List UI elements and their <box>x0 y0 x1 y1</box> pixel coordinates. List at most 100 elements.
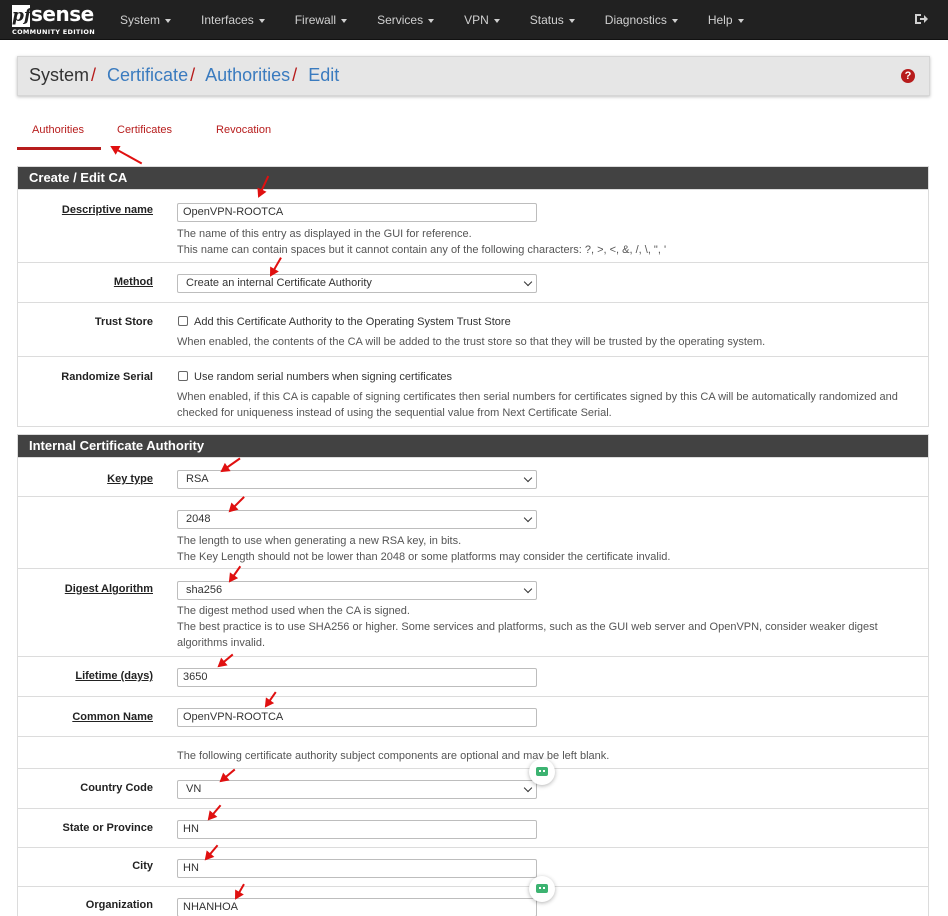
checkbox-label: Use random serial numbers when signing c… <box>194 371 453 383</box>
breadcrumb: System / Certificate / Authorities / Edit <box>29 65 339 86</box>
help-line: The digest method used when the CA is si… <box>177 605 410 617</box>
nav-status[interactable]: Status <box>518 0 587 40</box>
randomize-serial-option: Use random serial numbers when signing c… <box>178 371 452 383</box>
row-country-code: Country Code VN <box>18 768 928 808</box>
logout-icon[interactable] <box>914 12 928 26</box>
row-method: Method Create an internal Certificate Au… <box>18 262 928 302</box>
caret-down-icon <box>493 18 500 23</box>
panel-internal-ca: Internal Certificate Authority Key type … <box>17 434 929 916</box>
nav-label: Interfaces <box>201 13 254 27</box>
help-line: algorithms invalid. <box>177 637 266 649</box>
trust-store-label: Trust Store <box>94 316 153 328</box>
nav-label: Diagnostics <box>604 13 667 27</box>
panel-create-edit-ca: Create / Edit CA Descriptive name OpenVP… <box>17 166 929 427</box>
method-label: Method <box>113 276 153 288</box>
nav-services[interactable]: Services <box>365 0 446 40</box>
city-input[interactable]: HN <box>177 859 537 878</box>
randomize-serial-help: When enabled, if this CA is capable of s… <box>177 389 922 421</box>
row-state: State or Province HN <box>18 808 928 847</box>
breadcrumb-system: System <box>29 65 90 85</box>
caret-down-icon <box>165 18 172 23</box>
state-label: State or Province <box>62 822 153 834</box>
checkbox-label: Add this Certificate Authority to the Op… <box>194 316 511 328</box>
caret-down-icon <box>568 18 575 23</box>
nav-system[interactable]: System <box>108 0 183 40</box>
panel-title: Internal Certificate Authority <box>18 435 928 457</box>
help-line: The length to use when generating a new … <box>177 535 462 547</box>
tab-bar: Authorities Certificates Revocation <box>17 118 286 150</box>
descriptive-name-label: Descriptive name <box>61 204 153 216</box>
breadcrumb-separator: / <box>91 65 97 85</box>
top-navbar: pf sense COMMUNITY EDITION System Interf… <box>0 0 948 40</box>
descriptive-name-input[interactable]: OpenVPN-ROOTCA <box>177 203 537 222</box>
randomize-serial-checkbox[interactable] <box>178 371 188 381</box>
row-key-length: 2048 The length to use when generating a… <box>18 496 928 568</box>
key-type-label: Key type <box>107 473 153 485</box>
row-descriptive-name: Descriptive name OpenVPN-ROOTCA The name… <box>18 189 928 262</box>
nav-diagnostics[interactable]: Diagnostics <box>593 0 690 40</box>
digest-algorithm-label: Digest Algorithm <box>64 583 153 595</box>
row-key-type: Key type RSA <box>18 457 928 496</box>
country-code-select[interactable]: VN <box>177 780 537 799</box>
key-type-select[interactable]: RSA <box>177 470 537 489</box>
password-manager-icon[interactable] <box>529 759 555 785</box>
organization-input[interactable]: NHANHOA <box>177 898 537 916</box>
descriptive-name-help: The name of this entry as displayed in t… <box>177 226 922 258</box>
row-randomize-serial: Randomize Serial Use random serial numbe… <box>18 356 928 426</box>
breadcrumb-separator: / <box>292 65 298 85</box>
nav-label: Help <box>707 13 733 27</box>
organization-label: Organization <box>85 899 153 911</box>
breadcrumb-authorities[interactable]: Authorities <box>205 65 290 85</box>
row-digest-algorithm: Digest Algorithm sha256 The digest metho… <box>18 568 928 656</box>
country-code-label: Country Code <box>80 782 153 794</box>
lifetime-label: Lifetime (days) <box>75 670 153 682</box>
logo-name: sense <box>31 2 94 26</box>
trust-store-checkbox[interactable] <box>178 316 188 326</box>
help-line: The best practice is to use SHA256 or hi… <box>177 621 878 633</box>
caret-down-icon <box>428 18 435 23</box>
row-common-name: Common Name OpenVPN-ROOTCA <box>18 696 928 736</box>
tab-authorities[interactable]: Authorities <box>17 118 101 150</box>
common-name-label: Common Name <box>72 711 153 723</box>
nav-label: Services <box>377 13 424 27</box>
tab-revocation[interactable]: Revocation <box>187 118 286 150</box>
lifetime-input[interactable]: 3650 <box>177 668 537 687</box>
trust-store-option: Add this Certificate Authority to the Op… <box>178 316 511 328</box>
method-select[interactable]: Create an internal Certificate Authority <box>177 274 537 293</box>
trust-store-help: When enabled, the contents of the CA wil… <box>177 336 766 348</box>
digest-algorithm-help: The digest method used when the CA is si… <box>177 603 922 651</box>
caret-down-icon <box>671 18 678 23</box>
nav-firewall[interactable]: Firewall <box>283 0 359 40</box>
row-lifetime: Lifetime (days) 3650 <box>18 656 928 696</box>
pfsense-logo[interactable]: pf sense COMMUNITY EDITION <box>12 2 98 37</box>
breadcrumb-edit[interactable]: Edit <box>308 65 339 85</box>
city-label: City <box>132 860 153 872</box>
caret-down-icon <box>737 18 744 23</box>
breadcrumb-certificate[interactable]: Certificate <box>107 65 188 85</box>
nav-help[interactable]: Help <box>696 0 756 40</box>
nav-vpn[interactable]: VPN <box>452 0 512 40</box>
help-line: This name can contain spaces but it cann… <box>177 244 667 256</box>
robot-icon <box>536 767 548 776</box>
breadcrumb-separator: / <box>190 65 196 85</box>
nav-label: System <box>120 13 161 27</box>
nav-label: VPN <box>464 13 489 27</box>
common-name-input[interactable]: OpenVPN-ROOTCA <box>177 708 537 727</box>
row-city: City HN <box>18 847 928 886</box>
password-manager-icon[interactable] <box>529 876 555 902</box>
help-line: checked for uniqueness instead of using … <box>177 407 612 419</box>
randomize-serial-label: Randomize Serial <box>61 371 153 383</box>
help-line: The name of this entry as displayed in t… <box>177 228 472 240</box>
logo-edition: COMMUNITY EDITION <box>12 28 95 36</box>
robot-icon <box>536 884 548 893</box>
key-length-help: The length to use when generating a new … <box>177 533 922 565</box>
question-help-icon[interactable]: ? <box>901 69 915 83</box>
panel-title: Create / Edit CA <box>18 167 928 189</box>
state-input[interactable]: HN <box>177 820 537 839</box>
breadcrumb-bar: System / Certificate / Authorities / Edit ? <box>17 56 930 96</box>
help-line: The Key Length should not be lower than … <box>177 551 671 563</box>
help-line: When enabled, if this CA is capable of s… <box>177 391 898 403</box>
logo-mark: pf <box>12 5 32 27</box>
row-trust-store: Trust Store Add this Certificate Authori… <box>18 302 928 356</box>
nav-interfaces[interactable]: Interfaces <box>189 0 277 40</box>
